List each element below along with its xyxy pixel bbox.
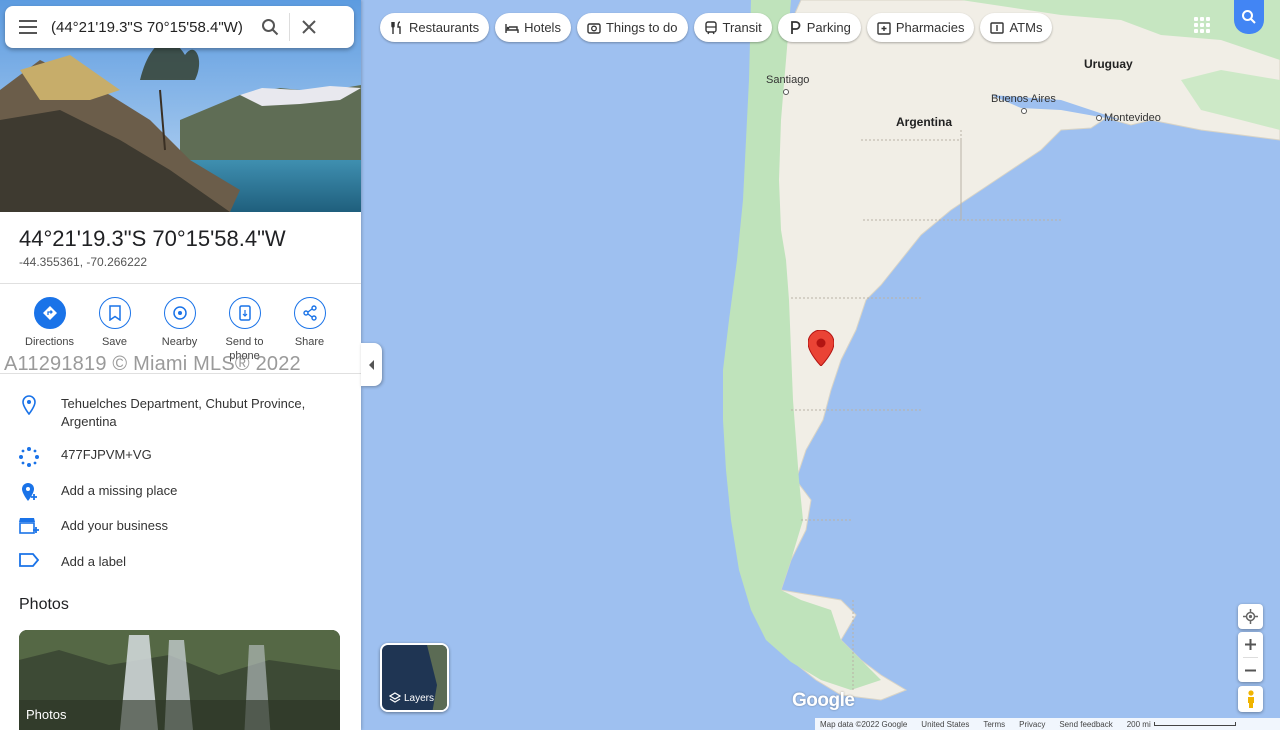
close-icon: [302, 20, 316, 34]
privacy-link[interactable]: Privacy: [1019, 720, 1045, 729]
add-business-icon: [19, 518, 39, 534]
map-label-argentina: Argentina: [896, 115, 953, 129]
waterfall-photo: [19, 630, 340, 730]
photos-card-label: Photos: [26, 707, 67, 722]
zoom-out-button[interactable]: [1245, 658, 1256, 682]
search-button[interactable]: [251, 18, 289, 36]
place-title: 44°21'19.3"S 70°15'58.4"W: [19, 226, 286, 251]
train-icon: [704, 20, 717, 34]
chip-transit[interactable]: Transit: [693, 13, 772, 42]
search-box: [5, 6, 354, 48]
label-icon: [19, 553, 39, 567]
scale-line: [1153, 722, 1236, 726]
scale-bar[interactable]: 200 mi: [1127, 720, 1236, 729]
map-footer: Map data ©2022 Google United States Term…: [815, 718, 1280, 730]
plus-icon: [1245, 639, 1256, 650]
account-search-button[interactable]: [1234, 0, 1264, 34]
map-pin-icon: [22, 395, 36, 415]
map-label-montevideo: Montevideo: [1096, 112, 1161, 124]
google-apps-icon[interactable]: [1191, 14, 1211, 34]
location-pin-icon[interactable]: [808, 330, 834, 366]
layers-icon: [389, 692, 401, 703]
search-icon: [1242, 10, 1256, 24]
chip-things-to-do[interactable]: Things to do: [576, 13, 688, 42]
phone-icon: [238, 305, 251, 321]
photos-card[interactable]: Photos: [19, 630, 340, 730]
place-panel: 44°21'19.3"S 70°15'58.4"W -44.355361, -7…: [0, 0, 361, 730]
bed-icon: [505, 23, 519, 33]
decimal-coordinates: -44.355361, -70.266222: [19, 255, 148, 269]
pharmacy-icon: [877, 21, 891, 35]
pegman-icon: [1247, 690, 1254, 708]
nearby-icon: [172, 306, 187, 320]
plus-code-row[interactable]: 477FJPVM+VG: [0, 446, 361, 468]
parking-icon: [790, 20, 801, 34]
add-missing-place-row[interactable]: Add a missing place: [0, 482, 361, 502]
chip-hotels[interactable]: Hotels: [495, 13, 571, 42]
add-business-row[interactable]: Add your business: [0, 517, 361, 535]
chevron-left-icon: [368, 359, 374, 370]
minus-icon: [1245, 669, 1256, 671]
map-canvas[interactable]: Santiago Argentina Uruguay Buenos Aires …: [361, 0, 1280, 730]
address-row[interactable]: Tehuelches Department, Chubut Province, …: [0, 395, 361, 431]
menu-button[interactable]: [5, 20, 51, 34]
chip-restaurants[interactable]: Restaurants: [380, 13, 490, 42]
photos-heading: Photos: [19, 596, 69, 613]
map-label-santiago: Santiago: [766, 74, 809, 98]
zoom-controls: [1238, 632, 1263, 682]
collapse-panel-button[interactable]: [361, 343, 382, 386]
fork-knife-icon: [391, 20, 401, 34]
add-location-icon: [22, 483, 37, 501]
hamburger-menu-icon: [19, 20, 37, 34]
terms-link[interactable]: Terms: [983, 720, 1005, 729]
send-feedback-link[interactable]: Send feedback: [1059, 720, 1112, 729]
search-icon: [262, 19, 279, 36]
share-icon: [302, 305, 317, 321]
plus-code-icon: [19, 447, 39, 467]
watermark: A11291819 © Miami MLS® 2022: [4, 353, 301, 375]
google-logo: Google: [792, 690, 855, 711]
layers-label: Layers: [404, 692, 435, 704]
camera-icon: [587, 22, 601, 34]
divider: [0, 283, 361, 284]
my-location-icon: [1243, 609, 1258, 624]
map-data-credit: Map data ©2022 Google: [820, 719, 908, 729]
atm-icon: [990, 21, 1005, 34]
layers-button[interactable]: Layers: [380, 643, 449, 712]
street-view-pegman[interactable]: [1238, 686, 1263, 712]
my-location-button[interactable]: [1238, 604, 1263, 629]
category-chips: Restaurants Hotels Things to do Transit …: [380, 13, 1053, 42]
chip-parking[interactable]: Parking: [777, 13, 861, 42]
map-label-buenos-aires: Buenos Aires: [991, 93, 1056, 117]
zoom-in-button[interactable]: [1245, 632, 1256, 657]
map-label-uruguay: Uruguay: [1084, 57, 1133, 71]
directions-icon: [42, 306, 57, 320]
chip-atms[interactable]: ATMs: [980, 13, 1053, 42]
chip-pharmacies[interactable]: Pharmacies: [866, 13, 975, 42]
clear-search-button[interactable]: [290, 20, 328, 34]
add-label-row[interactable]: Add a label: [0, 553, 361, 571]
region-link[interactable]: United States: [921, 720, 969, 729]
search-input[interactable]: [51, 18, 251, 36]
bookmark-icon: [108, 305, 121, 321]
